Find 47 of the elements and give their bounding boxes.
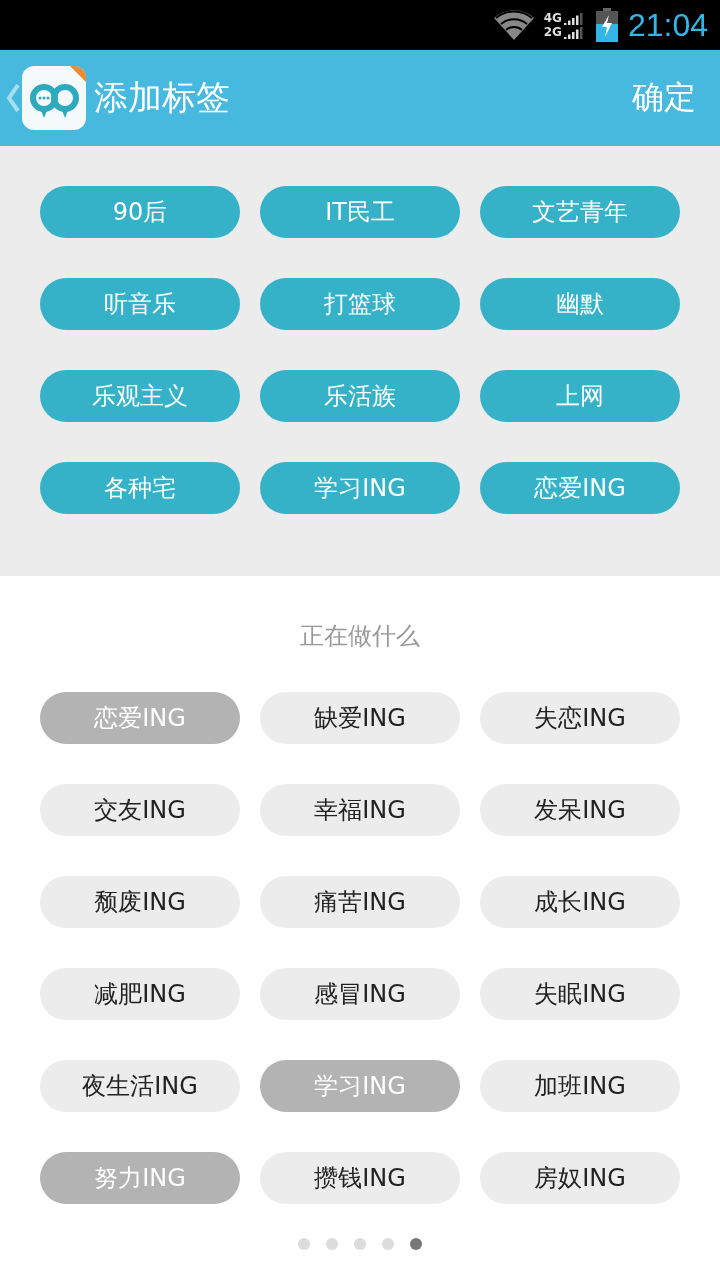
tag-chip[interactable]: 乐活族 — [260, 370, 460, 422]
tag-option[interactable]: 缺爱ING — [260, 692, 460, 744]
tag-option[interactable]: 减肥ING — [40, 968, 240, 1020]
app-logo-icon — [22, 66, 86, 130]
tag-chip[interactable]: 各种宅 — [40, 462, 240, 514]
wifi-icon — [493, 10, 534, 40]
tag-option[interactable]: 房奴ING — [480, 1152, 680, 1204]
confirm-button[interactable]: 确定 — [632, 76, 696, 120]
page-dot[interactable] — [354, 1238, 366, 1250]
tag-option[interactable]: 发呆ING — [480, 784, 680, 836]
network-label: 2G — [543, 25, 562, 39]
signal-icon — [563, 27, 586, 39]
tag-chip[interactable]: 打篮球 — [260, 278, 460, 330]
battery-charging-icon — [595, 8, 618, 42]
tag-chip[interactable]: 乐观主义 — [40, 370, 240, 422]
tag-option[interactable]: 失眠ING — [480, 968, 680, 1020]
tag-option[interactable]: 痛苦ING — [260, 876, 460, 928]
page-dot[interactable] — [298, 1238, 310, 1250]
tag-chip[interactable]: 文艺青年 — [480, 186, 680, 238]
tag-chip[interactable]: 听音乐 — [40, 278, 240, 330]
tag-option[interactable]: 颓废ING — [40, 876, 240, 928]
page-title: 添加标签 — [94, 76, 231, 119]
tag-option[interactable]: 交友ING — [40, 784, 240, 836]
tag-option[interactable]: 夜生活ING — [40, 1060, 240, 1112]
back-icon[interactable] — [6, 83, 20, 113]
tag-chip[interactable]: 幽默 — [480, 278, 680, 330]
tag-option[interactable]: 成长ING — [480, 876, 680, 928]
tag-option[interactable]: 学习ING — [260, 1060, 460, 1112]
tag-option[interactable]: 幸福ING — [260, 784, 460, 836]
tag-chip[interactable]: 恋爱ING — [480, 462, 680, 514]
tag-chip[interactable]: 上网 — [480, 370, 680, 422]
tag-option[interactable]: 失恋ING — [480, 692, 680, 744]
signal-icon — [563, 13, 586, 25]
tag-option[interactable]: 努力ING — [40, 1152, 240, 1204]
page-dot[interactable] — [410, 1238, 422, 1250]
section-title: 正在做什么 — [299, 621, 421, 652]
tag-chip[interactable]: 学习ING — [260, 462, 460, 514]
tag-chip[interactable]: IT民工 — [260, 186, 460, 238]
tag-option[interactable]: 攒钱ING — [260, 1152, 460, 1204]
page-dot[interactable] — [326, 1238, 338, 1250]
page-dot[interactable] — [382, 1238, 394, 1250]
tag-option[interactable]: 恋爱ING — [40, 692, 240, 744]
tag-option[interactable]: 感冒ING — [260, 968, 460, 1020]
clock: 21:04 — [627, 6, 708, 44]
tag-option[interactable]: 加班ING — [480, 1060, 680, 1112]
network-label: 4G — [543, 11, 562, 25]
tag-chip[interactable]: 90后 — [40, 186, 240, 238]
